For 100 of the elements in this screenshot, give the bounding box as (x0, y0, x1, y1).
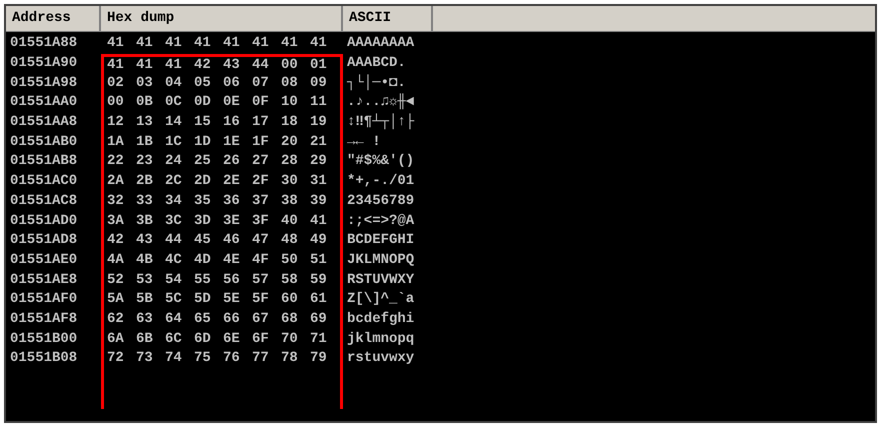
hex-byte: 67 (252, 310, 270, 329)
hex-byte: 07 (252, 74, 270, 93)
hex-byte: 2A (107, 172, 125, 192)
hex-byte: 56 (223, 270, 241, 290)
hex-byte: 2E (223, 172, 241, 192)
hex-byte: 54 (165, 270, 183, 290)
hex-byte: 17 (252, 113, 270, 132)
hex-byte: 4C (165, 250, 183, 270)
hex-byte: 1D (194, 132, 212, 152)
address-cell: 01551AB8 (10, 153, 78, 170)
hex-byte: 24 (165, 152, 183, 172)
hex-byte: 43 (136, 231, 154, 250)
ascii-cell: jklmnopq (347, 330, 414, 347)
hex-byte: 63 (136, 310, 154, 329)
hex-byte: 26 (223, 152, 241, 172)
ascii-cell: RSTUVWXY (347, 272, 414, 288)
hex-byte: 11 (310, 93, 328, 112)
ascii-cell: rstuvwxy (347, 350, 414, 366)
hex-byte: 52 (107, 270, 125, 290)
hex-byte: 6B (136, 330, 154, 349)
hex-byte: 75 (194, 349, 212, 368)
address-cell: 01551AA0 (10, 94, 78, 110)
hex-byte: 5A (107, 290, 125, 310)
hex-byte: 48 (281, 231, 299, 250)
hex-byte: 49 (310, 231, 328, 250)
address-cell: 01551AE0 (10, 252, 78, 268)
hex-byte: 41 (310, 34, 328, 54)
hex-byte: 43 (223, 56, 241, 75)
ascii-cell: :;<=>?@A (347, 212, 414, 229)
ascii-cell: bcdefghi (347, 310, 414, 327)
hex-byte: 60 (281, 290, 299, 310)
hex-byte: 70 (281, 330, 299, 349)
hex-byte: 02 (107, 74, 125, 93)
hex-byte: 5E (223, 290, 241, 310)
ascii-cell: "#$%&'() (347, 153, 414, 170)
hex-byte: 04 (165, 74, 183, 93)
column-header[interactable]: Hex dump (101, 6, 343, 32)
ascii-cell: AAAAAAAA (347, 35, 414, 52)
hex-byte: 65 (194, 310, 212, 329)
hex-byte: 1B (136, 132, 154, 152)
column-header[interactable]: Address (6, 6, 101, 32)
hex-byte: 68 (281, 310, 299, 329)
hex-byte: 41 (165, 34, 183, 54)
hex-byte: 4B (136, 250, 154, 270)
hex-byte: 64 (165, 310, 183, 329)
hex-byte: 20 (281, 132, 299, 152)
hex-byte: 4F (252, 250, 270, 270)
hex-byte: 66 (223, 310, 241, 329)
hex-byte: 69 (310, 310, 328, 329)
hex-byte: 12 (107, 113, 125, 132)
hex-byte: 6E (223, 330, 241, 349)
hex-byte: 28 (281, 152, 299, 172)
hex-byte: 39 (310, 192, 328, 211)
hex-byte: 25 (194, 152, 212, 172)
hex-byte: 30 (281, 172, 299, 192)
hex-byte: 32 (107, 192, 125, 211)
hex-byte: 34 (165, 192, 183, 211)
hex-byte: 47 (252, 231, 270, 250)
address-cell: 01551AF0 (10, 291, 78, 308)
hex-byte: 08 (281, 74, 299, 93)
hex-byte: 19 (310, 113, 328, 132)
hex-byte: 01 (310, 56, 328, 75)
address-cell: 01551A90 (10, 55, 78, 72)
hex-byte: 2B (136, 172, 154, 192)
hex-byte: 3F (252, 212, 270, 231)
hex-byte: 46 (223, 231, 241, 250)
ascii-cell: BCDEFGHI (347, 232, 414, 248)
hex-byte: 00 (281, 56, 299, 75)
hex-byte: 41 (281, 34, 299, 54)
hex-byte: 5D (194, 290, 212, 310)
hex-byte: 4E (223, 250, 241, 270)
hex-byte: 76 (223, 349, 241, 368)
hex-byte: 61 (310, 290, 328, 310)
hex-byte: 41 (136, 34, 154, 54)
hex-byte: 77 (252, 349, 270, 368)
hex-byte: 44 (165, 231, 183, 250)
address-cell: 01551AE8 (10, 272, 78, 288)
column-header[interactable]: ASCII (343, 6, 433, 32)
ascii-cell: *+,-./01 (347, 173, 414, 190)
hex-byte: 5C (165, 290, 183, 310)
ascii-cell: .♪..♫☼╫◄ (347, 94, 414, 110)
hex-byte: 0B (136, 93, 154, 112)
ascii-cell: ↕‼¶┴┬│↑├ (347, 114, 414, 130)
hex-byte: 27 (252, 152, 270, 172)
hex-byte: 1E (223, 132, 241, 152)
hex-byte: 03 (136, 74, 154, 93)
hex-byte: 41 (165, 56, 183, 75)
hex-byte: 72 (107, 349, 125, 368)
ascii-cell: 23456789 (347, 192, 414, 209)
hex-byte: 2D (194, 172, 212, 192)
ascii-cell: Z[\]^_`a (347, 291, 414, 308)
hex-byte: 3D (194, 212, 212, 231)
hex-byte: 41 (310, 212, 328, 231)
hex-byte: 2F (252, 172, 270, 192)
hex-byte: 4A (107, 250, 125, 270)
hex-byte: 41 (107, 56, 125, 75)
hex-byte: 14 (165, 113, 183, 132)
hex-byte: 3E (223, 212, 241, 231)
hex-byte: 0D (194, 93, 212, 112)
hex-byte: 0E (223, 93, 241, 112)
